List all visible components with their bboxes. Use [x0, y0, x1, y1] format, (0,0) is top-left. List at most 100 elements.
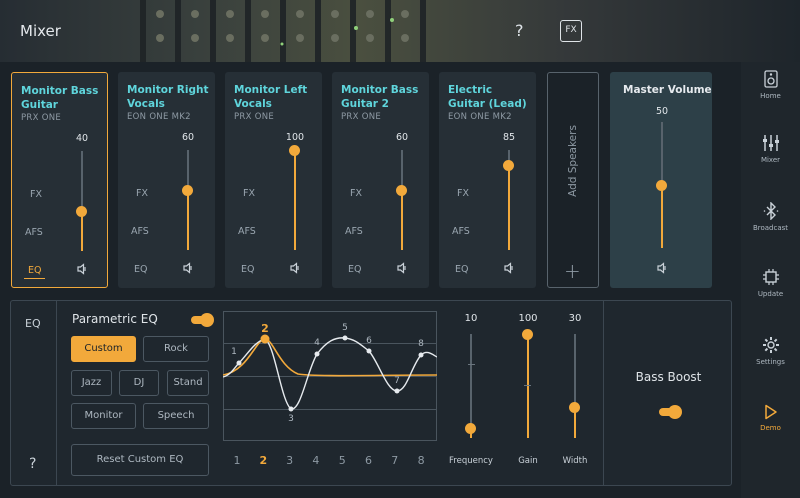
- plus-icon: +: [564, 259, 581, 283]
- channel-card[interactable]: Monitor Bass Guitar PRX ONE 40 FX AFS EQ: [11, 72, 108, 288]
- preset-stand-button[interactable]: Stand: [167, 370, 209, 396]
- channel-afs-button[interactable]: AFS: [345, 226, 363, 237]
- sidebar-item-demo[interactable]: Demo: [741, 404, 800, 460]
- sidebar-item-label: Broadcast: [752, 224, 789, 232]
- master-volume-value: 50: [655, 106, 669, 117]
- channel-eq-button[interactable]: EQ: [24, 265, 46, 279]
- channel-volume-knob[interactable]: [396, 185, 407, 196]
- eq-band-point-label: 7: [394, 376, 400, 386]
- preset-speech-button[interactable]: Speech: [143, 403, 209, 429]
- width-knob[interactable]: [569, 401, 580, 413]
- eq-band-point[interactable]: [394, 388, 400, 394]
- channel-eq-button[interactable]: EQ: [241, 264, 254, 275]
- band-select-button[interactable]: 4: [309, 454, 323, 467]
- channel-afs-button[interactable]: AFS: [238, 226, 256, 237]
- channel-volume-knob[interactable]: [76, 206, 87, 217]
- speaker-mute-icon[interactable]: [503, 262, 515, 274]
- eq-help-button[interactable]: ?: [29, 456, 36, 472]
- preset-jazz-button[interactable]: Jazz: [71, 370, 112, 396]
- channel-eq-button[interactable]: EQ: [134, 264, 147, 275]
- eq-curve-graph[interactable]: 1 2 3 4 5 6 7 8: [223, 311, 437, 441]
- sidebar-item-update[interactable]: Update: [741, 268, 800, 324]
- sidebar-item-mixer[interactable]: Mixer: [741, 134, 800, 190]
- reset-custom-eq-button[interactable]: Reset Custom EQ: [71, 444, 209, 476]
- sidebar-item-label: Settings: [756, 358, 785, 366]
- eq-band-point[interactable]: [260, 334, 270, 344]
- channel-volume-value: 60: [181, 132, 195, 143]
- channel-eq-button[interactable]: EQ: [455, 264, 468, 275]
- speaker-icon: [763, 70, 778, 88]
- channel-fx-button[interactable]: FX: [243, 188, 255, 199]
- master-volume-card: Master Volume 50: [610, 72, 712, 288]
- speaker-mute-icon[interactable]: [76, 263, 88, 275]
- channel-fx-button[interactable]: FX: [457, 188, 469, 199]
- sidebar-item-broadcast[interactable]: Broadcast: [741, 202, 800, 258]
- channel-fx-button[interactable]: FX: [30, 189, 42, 200]
- speaker-mute-icon[interactable]: [396, 262, 408, 274]
- bass-boost-panel: Bass Boost: [603, 301, 732, 485]
- sidebar-item-label: Demo: [760, 424, 781, 432]
- channel-volume-knob[interactable]: [503, 160, 514, 171]
- channel-name: Monitor Bass Guitar: [21, 85, 99, 111]
- preset-custom-button[interactable]: Custom: [71, 336, 136, 362]
- bass-boost-label: Bass Boost: [635, 370, 702, 384]
- bass-boost-toggle[interactable]: [659, 405, 682, 419]
- channel-volume-fill: [294, 150, 296, 250]
- gain-knob[interactable]: [522, 329, 533, 340]
- eq-tab[interactable]: EQ ?: [11, 301, 57, 485]
- channel-eq-button[interactable]: EQ: [348, 264, 361, 275]
- channel-afs-button[interactable]: AFS: [25, 227, 43, 238]
- sidebar-item-settings[interactable]: Settings: [741, 336, 800, 392]
- eq-band-point[interactable]: [288, 406, 294, 412]
- master-volume-knob[interactable]: [656, 180, 667, 191]
- speaker-mute-icon[interactable]: [289, 262, 301, 274]
- speaker-mute-icon[interactable]: [656, 262, 668, 274]
- channel-volume-fill: [187, 190, 189, 250]
- eq-band-point-label: 4: [314, 338, 320, 348]
- band-select-button[interactable]: 8: [414, 454, 428, 467]
- eq-band-point[interactable]: [314, 351, 320, 357]
- preset-rock-button[interactable]: Rock: [143, 336, 209, 362]
- sidebar-item-home[interactable]: Home: [741, 70, 800, 126]
- channel-fx-button[interactable]: FX: [350, 188, 362, 199]
- frequency-knob[interactable]: [465, 422, 476, 434]
- channel-volume-knob[interactable]: [182, 185, 193, 196]
- preset-monitor-button[interactable]: Monitor: [71, 403, 136, 429]
- eq-band-point[interactable]: [342, 335, 348, 341]
- eq-band-point[interactable]: [366, 348, 372, 354]
- channel-card[interactable]: Monitor Right Vocals EON ONE MK2 60 FX AFS EQ: [118, 72, 215, 288]
- eq-band-point-label: 6: [366, 336, 372, 346]
- band-select-button[interactable]: 3: [283, 454, 297, 467]
- help-button[interactable]: ?: [515, 21, 524, 40]
- play-icon: [764, 404, 777, 420]
- channel-volume-value: 85: [502, 132, 516, 143]
- channel-name: Monitor Right Vocals: [127, 84, 209, 110]
- band-select-button[interactable]: 2: [256, 454, 270, 467]
- channel-card[interactable]: Monitor Left Vocals PRX ONE 100 FX AFS EQ: [225, 72, 322, 288]
- channel-card[interactable]: Electric Guitar (Lead) EON ONE MK2 85 FX AFS…: [439, 72, 536, 288]
- eq-band-point-label: 2: [261, 322, 269, 335]
- channel-name: Monitor Left Vocals: [234, 84, 308, 110]
- mixer-console-photo: [140, 0, 426, 62]
- header-bar: Mixer ? FX: [0, 0, 800, 62]
- channel-afs-button[interactable]: AFS: [131, 226, 149, 237]
- band-select-button[interactable]: 7: [388, 454, 402, 467]
- speaker-mute-icon[interactable]: [182, 262, 194, 274]
- eq-band-point[interactable]: [236, 360, 242, 366]
- add-speakers-button[interactable]: Add Speakers +: [547, 72, 599, 288]
- eq-band-point[interactable]: [418, 352, 424, 358]
- channel-fx-button[interactable]: FX: [136, 188, 148, 199]
- band-select-button[interactable]: 1: [230, 454, 244, 467]
- gear-icon: [762, 337, 779, 353]
- sidebar: Home Mixer Broadcast Update Settings Dem…: [741, 62, 800, 498]
- fx-button[interactable]: FX: [560, 20, 582, 42]
- channel-volume-knob[interactable]: [289, 145, 300, 156]
- band-select-button[interactable]: 6: [362, 454, 376, 467]
- parametric-eq-toggle[interactable]: [191, 313, 214, 327]
- channel-card[interactable]: Monitor Bass Guitar 2 PRX ONE 60 FX AFS EQ: [332, 72, 429, 288]
- band-select-button[interactable]: 5: [335, 454, 349, 467]
- master-volume-fill: [661, 185, 663, 248]
- preset-dj-button[interactable]: DJ: [119, 370, 159, 396]
- sidebar-item-label: Home: [760, 92, 781, 100]
- channel-afs-button[interactable]: AFS: [452, 226, 470, 237]
